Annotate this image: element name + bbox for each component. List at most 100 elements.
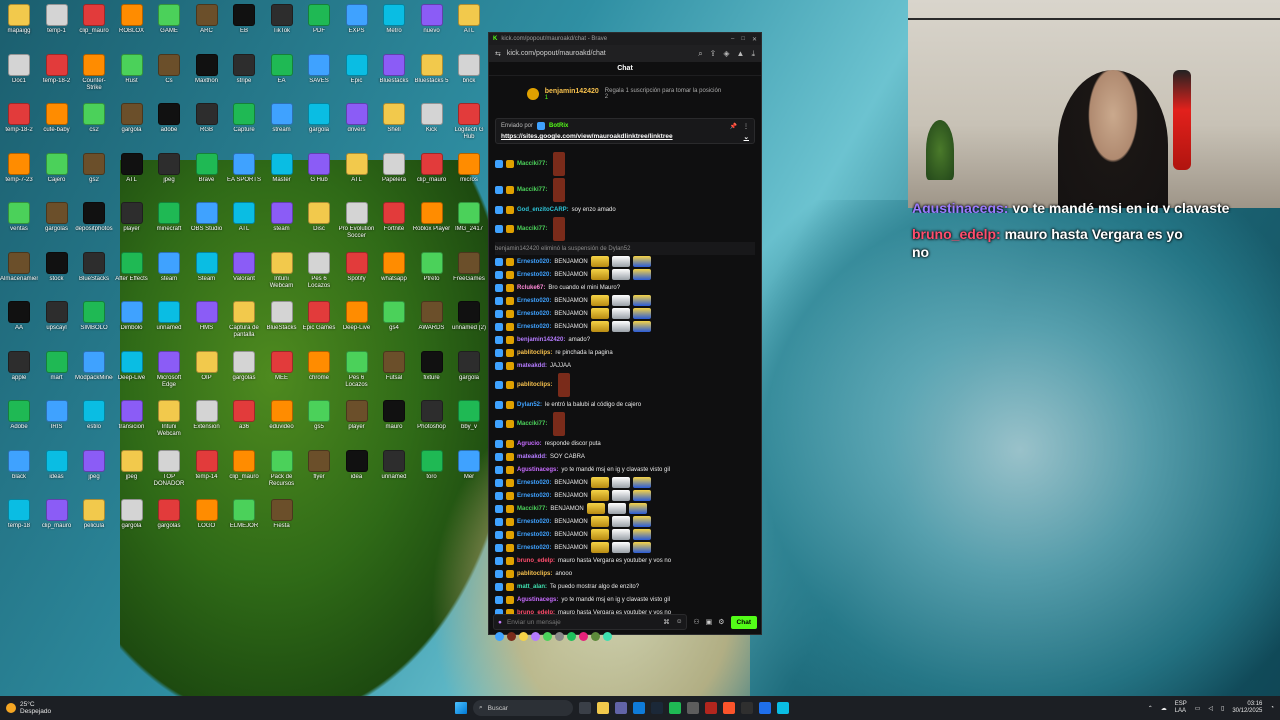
desktop-icon[interactable]: clip_mauro (38, 495, 76, 537)
chat-message[interactable]: Ernesto020: BENJAMON (495, 515, 755, 528)
desktop-icon[interactable]: whatsapp (375, 248, 413, 290)
chat-message[interactable]: Ernesto020: BENJAMON (495, 307, 755, 320)
bluestacks-icon[interactable] (777, 702, 789, 714)
desktop-icon[interactable]: GAME (150, 0, 188, 42)
desktop-icon[interactable]: EXPS (338, 0, 376, 42)
chat-message[interactable]: Macciki77: BENJAMON (495, 502, 755, 515)
desktop-icon[interactable]: stock (38, 248, 76, 290)
emote-icon[interactable] (531, 631, 540, 641)
desktop-icon[interactable]: G Hub (300, 149, 338, 191)
desktop-icon[interactable]: mauro (375, 396, 413, 438)
chat-message[interactable]: Macciki77: (495, 177, 755, 203)
chat-username[interactable]: Ernesto020: (517, 545, 551, 551)
desktop-icon[interactable]: TOP DONADOR (150, 446, 188, 488)
chat-message[interactable]: Ernesto020: BENJAMON (495, 294, 755, 307)
chat-message[interactable]: mateakdd: JAJJAA (495, 359, 755, 372)
chat-username[interactable]: Ernesto020: (517, 259, 551, 265)
desktop-icon[interactable]: upscayl (38, 297, 76, 339)
desktop-icon[interactable]: stream (263, 99, 301, 141)
battery-icon[interactable]: ▯ (1221, 705, 1224, 712)
desktop-icon[interactable]: SAVES (300, 50, 338, 92)
desktop-icon[interactable]: mart (38, 347, 76, 389)
desktop-icon[interactable]: gargola (113, 99, 151, 141)
close-icon[interactable]: ✕ (752, 36, 757, 43)
desktop-icon[interactable]: ATL (225, 198, 263, 240)
desktop-icon[interactable]: EB (225, 0, 263, 42)
desktop-icon[interactable]: FreeGames (450, 248, 488, 290)
chat-message[interactable]: Rcluke67: Bro cuando el mini Mauro? (495, 281, 755, 294)
desktop-icon[interactable]: clip_mauro (413, 149, 451, 191)
tray-icon[interactable]: ☁ (1161, 705, 1167, 712)
spotify-icon[interactable] (669, 702, 681, 714)
emote-icon[interactable] (603, 631, 612, 641)
desktop-icon[interactable]: Maxthon (188, 50, 226, 92)
chat-username[interactable]: Rcluke67: (517, 285, 545, 291)
app-icon[interactable] (705, 702, 717, 714)
chat-username[interactable]: Agustinacegs: (517, 467, 558, 473)
maximize-icon[interactable]: □ (741, 36, 745, 43)
chat-username[interactable]: Ernesto020: (517, 324, 551, 330)
more-options-icon[interactable]: ⋮ (743, 123, 749, 130)
desktop-icon[interactable]: PDF (300, 0, 338, 42)
chat-username[interactable]: benjamin142420: (517, 337, 565, 343)
chat-messages[interactable]: Macciki77: Macciki77: God_enzitoCARP: soy e… (489, 147, 761, 627)
app-icon[interactable] (759, 702, 771, 714)
desktop-icon[interactable]: cute-baby (38, 99, 76, 141)
chat-message[interactable]: Agustinacegs: yo te mandé msj en ig y cla… (495, 593, 755, 606)
taskbar-search[interactable]: ⌕ Buscar (473, 700, 573, 716)
command-icon[interactable]: ⌘ (663, 618, 670, 626)
desktop-icon[interactable]: Metro (375, 0, 413, 42)
desktop-icon[interactable]: Adobe (0, 396, 38, 438)
desktop-icon[interactable]: Counter-Strike (75, 50, 113, 92)
desktop-icon[interactable]: Microsoft Edge (150, 347, 188, 389)
desktop-icon[interactable]: Cajero (38, 149, 76, 191)
emote-icon[interactable] (543, 631, 552, 641)
desktop-icon[interactable]: ATL (113, 149, 151, 191)
desktop-icon[interactable]: temp-7-23 (0, 149, 38, 191)
obs-icon[interactable] (741, 702, 753, 714)
chat-username[interactable]: matt_alan: (517, 584, 547, 590)
chat-username[interactable]: bruno_edelp: (517, 558, 555, 564)
desktop-icon[interactable]: Master (263, 149, 301, 191)
desktop-icon[interactable]: steam (263, 198, 301, 240)
rewards-icon[interactable]: ▲ (737, 49, 745, 59)
chat-username[interactable]: Ernesto020: (517, 493, 551, 499)
desktop-icon[interactable]: HMS (188, 297, 226, 339)
chat-message[interactable]: Macciki77: (495, 411, 755, 437)
chat-message[interactable]: Ernesto020: BENJAMON (495, 268, 755, 281)
chat-message[interactable]: God_enzitoCARP: soy enzo amado (495, 203, 755, 216)
minimize-icon[interactable]: – (731, 36, 734, 43)
desktop-icon[interactable]: pelicula (75, 495, 113, 537)
desktop-icon[interactable]: EA SPORTS (225, 149, 263, 191)
chat-message[interactable]: Macciki77: (495, 216, 755, 242)
desktop-icon[interactable]: Photoshop (413, 396, 451, 438)
chat-message[interactable]: Dylan52: le entró la balubi al código de … (495, 398, 755, 411)
volume-icon[interactable]: ◁ (1208, 705, 1213, 712)
desktop-icon[interactable]: BlueStacks (75, 248, 113, 290)
desktop-icon[interactable]: chrome (300, 347, 338, 389)
edge-icon[interactable] (633, 702, 645, 714)
chat-message[interactable]: Ernesto020: BENJAMON (495, 320, 755, 333)
desktop-icon[interactable]: jpeg (150, 149, 188, 191)
desktop-icon[interactable]: After Effects (113, 248, 151, 290)
desktop-icon[interactable]: unnamed (2) (450, 297, 488, 339)
desktop-icon[interactable]: flyer (300, 446, 338, 488)
desktop-icon[interactable]: LOGO (188, 495, 226, 537)
emote-icon[interactable] (579, 631, 588, 641)
chat-message[interactable]: pablitoclips: anooo (495, 567, 755, 580)
desktop-icon[interactable]: Bluestacks 5 (413, 50, 451, 92)
desktop-icon[interactable]: Rust (113, 50, 151, 92)
desktop-icon[interactable]: unnamed (150, 297, 188, 339)
desktop-icon[interactable]: Intuni Webcam (150, 396, 188, 438)
chat-username[interactable]: Macciki77: (517, 421, 547, 427)
desktop-icon[interactable]: Mer (450, 446, 488, 488)
chat-message[interactable]: matt_alan: Te puedo mostrar algo de enzit… (495, 580, 755, 593)
desktop-icon[interactable]: temp-14 (188, 446, 226, 488)
desktop-icon[interactable]: ATL (450, 0, 488, 42)
emote-icon[interactable] (495, 631, 504, 641)
desktop-icon[interactable]: Fortnite (375, 198, 413, 240)
emote-icon[interactable] (555, 631, 564, 641)
desktop-icon[interactable]: fixture (413, 347, 451, 389)
desktop-icon[interactable]: Deep-Live (113, 347, 151, 389)
start-icon[interactable] (455, 702, 467, 714)
